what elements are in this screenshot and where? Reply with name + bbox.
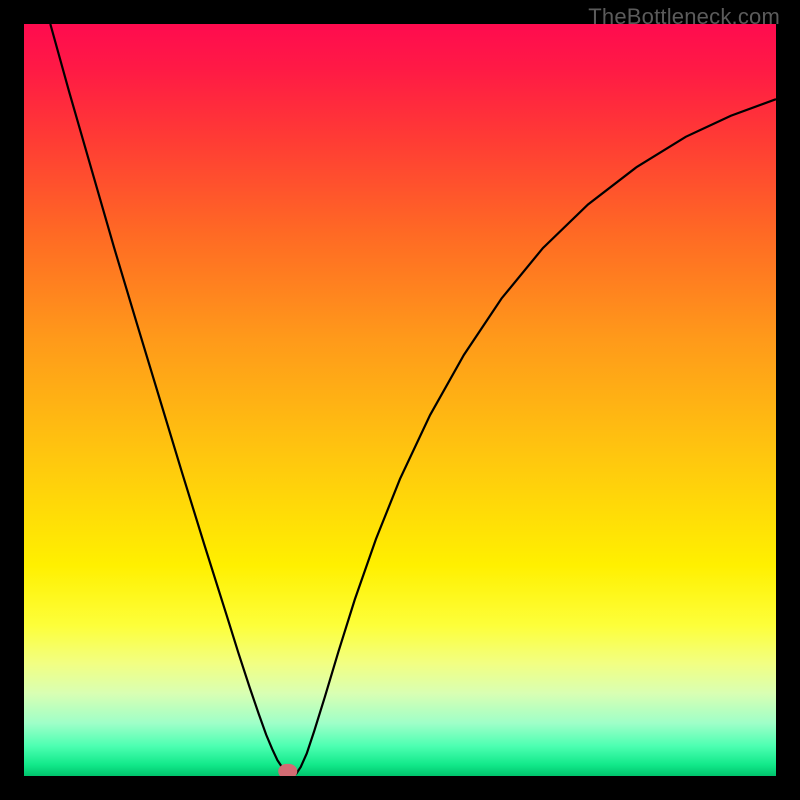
chart-stage: TheBottleneck.com <box>0 0 800 800</box>
plot-frame <box>24 24 776 776</box>
curve-layer <box>24 24 776 776</box>
min-marker <box>278 764 298 776</box>
curve-right <box>293 99 776 776</box>
curve-left <box>50 24 293 776</box>
plot-area <box>24 24 776 776</box>
